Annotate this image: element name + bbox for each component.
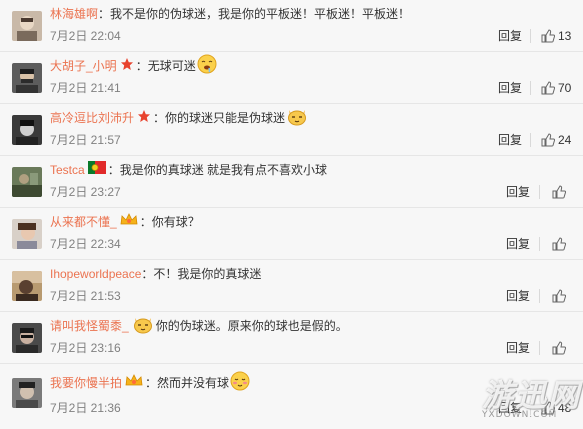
reply-button[interactable]: 回复 — [498, 80, 522, 96]
reply-button[interactable]: 回复 — [498, 28, 522, 44]
star-badge-icon — [137, 109, 151, 128]
reply-button[interactable]: 回复 — [498, 132, 522, 148]
portugal-flag-icon — [87, 161, 106, 179]
divider — [539, 237, 540, 251]
username-link[interactable]: 请叫我怪蜀黍_ — [50, 317, 129, 335]
avatar[interactable] — [12, 63, 42, 93]
comment-item: Ihopeworldpeace ：不！我是你的真球迷 7月2日 21:53 回复 — [0, 260, 583, 312]
comment-time: 7月2日 21:36 — [50, 401, 121, 415]
comment-item: Testca ：我是你的真球迷 就是我有点不喜欢小球 7月2日 23:27 回复 — [0, 156, 583, 208]
cat-face-icon — [132, 314, 154, 339]
username-link[interactable]: 高冷逗比刘沛升 — [50, 109, 134, 127]
drool-face-icon — [197, 54, 217, 79]
comment-text: 你的伪球迷。原来你的球也是假的。 — [155, 319, 348, 333]
thumbs-up-icon — [541, 401, 555, 415]
divider — [530, 29, 531, 43]
like-button[interactable] — [552, 287, 569, 305]
comment-item: 林海雄啊 ：我不是你的伪球迷，我是你的平板迷！平板迷！平板迷！ 7月2日 22:… — [0, 0, 583, 52]
thumbs-up-icon — [552, 289, 566, 303]
reply-button[interactable]: 回复 — [506, 184, 530, 200]
comment-time: 7月2日 23:27 — [50, 185, 121, 199]
comment-text: ：然而并没有球 — [145, 376, 230, 390]
avatar[interactable] — [12, 378, 42, 408]
divider — [530, 81, 531, 95]
avatar[interactable] — [12, 323, 42, 353]
reply-button[interactable]: 回复 — [498, 400, 522, 416]
vip-crown-icon — [120, 212, 138, 232]
username-link[interactable]: Ihopeworldpeace — [50, 265, 141, 283]
comment-time: 7月2日 21:57 — [50, 133, 121, 147]
comment-text: ：我是你的真球迷 就是我有点不喜欢小球 — [107, 163, 328, 177]
thumbs-up-icon — [552, 341, 566, 355]
comment-item: 请叫我怪蜀黍_ 你的伪球迷。原来你的球也是假的。 7月2日 23:16 回复 — [0, 312, 583, 364]
comment-item: 高冷逗比刘沛升 ：你的球迷只能是伪球迷 7月2日 21:57 回复 24 — [0, 104, 583, 156]
divider — [539, 341, 540, 355]
like-count: 70 — [558, 81, 572, 95]
username-link[interactable]: 大胡子_小明 — [50, 57, 117, 75]
like-count: 24 — [558, 133, 572, 147]
divider — [530, 133, 531, 147]
divider — [539, 185, 540, 199]
comment-text: ：无球可迷 — [135, 59, 196, 73]
reply-button[interactable]: 回复 — [506, 236, 530, 252]
comment-time: 7月2日 23:16 — [50, 341, 121, 355]
vip-crown-icon — [125, 373, 143, 393]
comment-text: ：你的球迷只能是伪球迷 — [153, 111, 286, 125]
thumbs-up-icon — [541, 29, 555, 43]
divider — [539, 289, 540, 303]
like-button[interactable] — [552, 183, 569, 201]
divider — [530, 401, 531, 415]
like-button[interactable] — [552, 339, 569, 357]
comment-text: ：我不是你的伪球迷，我是你的平板迷！平板迷！平板迷！ — [98, 7, 411, 21]
like-button[interactable]: 24 — [541, 131, 571, 149]
avatar[interactable] — [12, 167, 42, 197]
comment-time: 7月2日 22:04 — [50, 29, 121, 43]
comment-text: ：不！我是你的真球迷 — [141, 267, 262, 281]
cat-face-icon — [286, 106, 308, 131]
thumbs-up-icon — [552, 237, 566, 251]
comment-time: 7月2日 21:41 — [50, 81, 121, 95]
like-button[interactable]: 48 — [541, 399, 571, 417]
thumbs-up-icon — [541, 133, 555, 147]
like-button[interactable]: 13 — [541, 27, 571, 45]
like-button[interactable] — [552, 235, 569, 253]
comment-item: 从来都不懂_ ：你有球？ 7月2日 22:34 回复 — [0, 208, 583, 260]
comment-text: ：你有球？ — [139, 215, 200, 229]
comment-time: 7月2日 21:53 — [50, 289, 121, 303]
reply-button[interactable]: 回复 — [506, 340, 530, 356]
thumbs-up-icon — [541, 81, 555, 95]
comment-time: 7月2日 22:34 — [50, 237, 121, 251]
username-link[interactable]: 从来都不懂_ — [50, 213, 117, 231]
username-link[interactable]: Testca — [50, 161, 85, 179]
avatar[interactable] — [12, 115, 42, 145]
avatar[interactable] — [12, 11, 42, 41]
thumbs-up-icon — [552, 185, 566, 199]
like-count: 48 — [558, 401, 572, 415]
like-count: 13 — [558, 29, 572, 43]
reply-button[interactable]: 回复 — [506, 288, 530, 304]
username-link[interactable]: 我要你慢半拍 — [50, 374, 122, 392]
like-button[interactable]: 70 — [541, 79, 571, 97]
avatar[interactable] — [12, 271, 42, 301]
comment-item: 大胡子_小明 ：无球可迷 7月2日 21:41 回复 70 — [0, 52, 583, 104]
star-badge-icon — [120, 57, 134, 76]
smirk-face-icon — [230, 371, 250, 396]
avatar[interactable] — [12, 219, 42, 249]
username-link[interactable]: 林海雄啊 — [50, 5, 98, 23]
comment-item: 我要你慢半拍 ：然而并没有球 7月2日 21:36 回复 48 — [0, 364, 583, 429]
